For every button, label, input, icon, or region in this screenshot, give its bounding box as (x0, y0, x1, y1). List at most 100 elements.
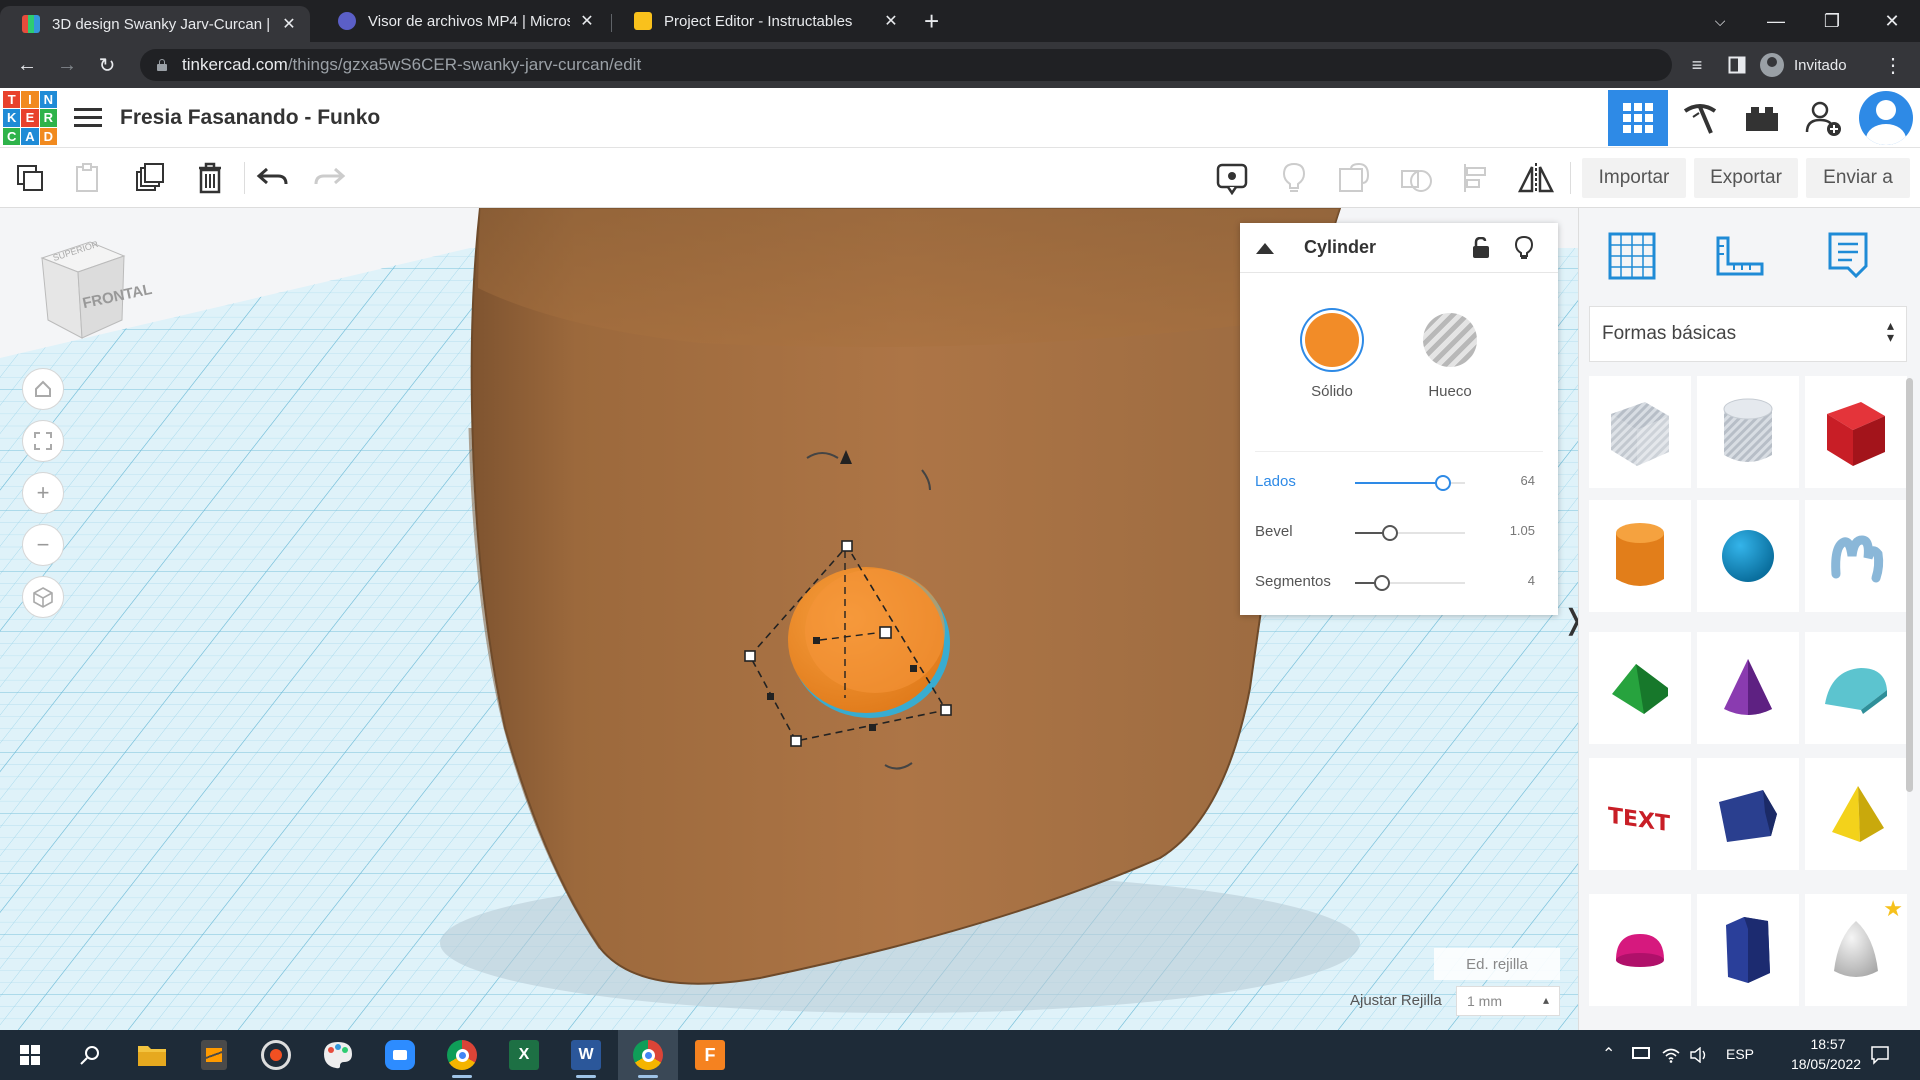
shape-hexagonal-prism[interactable] (1697, 894, 1799, 1006)
reading-list-icon[interactable]: ≡ (1682, 50, 1712, 80)
hole-swatch[interactable] (1423, 313, 1477, 367)
browser-tab-mp4-viewer[interactable]: Visor de archivos MP4 | Microsoft ✕ (316, 0, 608, 42)
notes-button[interactable] (1212, 158, 1252, 198)
shape-roof[interactable] (1589, 632, 1691, 744)
design-list-icon[interactable] (74, 106, 102, 130)
duplicate-button[interactable] (130, 158, 170, 198)
wifi-icon[interactable] (1662, 1047, 1680, 1063)
shape-cylinder[interactable] (1589, 500, 1691, 612)
shape-round-roof[interactable] (1805, 632, 1907, 744)
shape-half-sphere[interactable] (1589, 894, 1691, 1006)
taskbar-word[interactable]: W (556, 1030, 616, 1080)
tinkercad-logo[interactable]: T I N K E R C A D (3, 91, 57, 145)
redo-button[interactable] (310, 158, 350, 198)
align-button[interactable] (1456, 158, 1496, 198)
back-icon[interactable]: ← (12, 50, 42, 80)
bricks-view-button[interactable] (1732, 90, 1792, 146)
new-tab-button[interactable]: + (924, 8, 939, 34)
3d-design-view-button[interactable] (1608, 90, 1668, 146)
invite-user-button[interactable] (1794, 90, 1854, 146)
taskbar-zoom[interactable] (370, 1030, 430, 1080)
browser-tab-tinkercad[interactable]: 3D design Swanky Jarv-Curcan | Tinkercad… (0, 6, 310, 42)
zoom-out-button[interactable]: − (22, 524, 64, 566)
fit-view-button[interactable] (22, 420, 64, 462)
search-button[interactable] (60, 1030, 120, 1080)
paste-button[interactable] (68, 158, 108, 198)
shape-sphere[interactable] (1697, 500, 1799, 612)
slider-knob[interactable] (1374, 575, 1390, 591)
home-view-button[interactable] (22, 368, 64, 410)
more-menu-icon[interactable]: ⋮ (1878, 50, 1908, 80)
maximize-icon[interactable]: ❐ (1804, 0, 1860, 42)
ungroup-button[interactable] (1396, 158, 1436, 198)
taskbar-media-player[interactable] (246, 1030, 306, 1080)
bevel-slider[interactable] (1355, 525, 1465, 541)
perspective-toggle-button[interactable] (22, 576, 64, 618)
start-button[interactable] (0, 1030, 60, 1080)
import-button[interactable]: Importar (1582, 158, 1686, 198)
undo-button[interactable] (252, 158, 292, 198)
notifications-icon[interactable] (1870, 1045, 1890, 1065)
edit-grid-button[interactable]: Ed. rejilla (1434, 948, 1560, 980)
language-indicator[interactable]: ESP (1726, 1046, 1754, 1062)
close-tab-icon[interactable]: ✕ (882, 11, 900, 31)
export-button[interactable]: Exportar (1694, 158, 1798, 198)
notes-tab[interactable] (1817, 226, 1879, 286)
workplane-viewport[interactable]: SUPERIOR FRONTAL + − Cylinder Sólido Hue… (0, 208, 1578, 1030)
shapes-scrollbar[interactable] (1906, 378, 1913, 792)
shape-paraboloid[interactable]: ★ (1805, 894, 1907, 1006)
user-avatar-button[interactable] (1856, 90, 1916, 146)
taskbar-excel[interactable]: X (494, 1030, 554, 1080)
taskbar-sublime[interactable] (184, 1030, 244, 1080)
tab-search-icon[interactable]: ⌵ (1692, 0, 1748, 42)
light-button[interactable] (1274, 158, 1314, 198)
delete-button[interactable] (190, 158, 230, 198)
shape-box[interactable] (1805, 376, 1907, 488)
clock-time[interactable]: 18:57 (1792, 1036, 1864, 1052)
collapse-inspector-icon[interactable] (1256, 243, 1274, 255)
shape-pyramid[interactable] (1805, 758, 1907, 870)
close-window-icon[interactable]: ✕ (1864, 0, 1920, 42)
taskbar-chrome[interactable] (432, 1030, 492, 1080)
ruler-tab[interactable] (1709, 226, 1771, 286)
shape-box-hole[interactable] (1589, 376, 1691, 488)
shape-name[interactable]: Cylinder (1304, 237, 1376, 258)
lightbulb-icon[interactable] (1515, 236, 1533, 260)
copy-button[interactable] (10, 158, 50, 198)
shape-polygon[interactable] (1697, 758, 1799, 870)
battery-icon[interactable] (1632, 1047, 1650, 1059)
solid-color-swatch[interactable] (1305, 313, 1359, 367)
volume-icon[interactable] (1690, 1047, 1708, 1063)
clock-date[interactable]: 18/05/2022 (1770, 1056, 1882, 1072)
address-bar[interactable]: tinkercad.com/things/gzxa5wS6CER-swanky-… (140, 49, 1672, 81)
group-button[interactable] (1334, 158, 1374, 198)
view-cube[interactable]: SUPERIOR FRONTAL (38, 238, 154, 348)
taskbar-fusion360[interactable]: F (680, 1030, 740, 1080)
shape-text[interactable]: TEXT (1589, 758, 1691, 870)
taskbar-paint[interactable] (308, 1030, 368, 1080)
slider-knob[interactable] (1435, 475, 1451, 491)
browser-tab-instructables[interactable]: Project Editor - Instructables ✕ (612, 0, 912, 42)
close-tab-icon[interactable]: ✕ (280, 14, 298, 34)
blocks-view-button[interactable] (1670, 90, 1730, 146)
reload-icon[interactable]: ↻ (92, 50, 122, 80)
close-tab-icon[interactable]: ✕ (578, 11, 596, 31)
zoom-in-button[interactable]: + (22, 472, 64, 514)
collapse-panel-icon[interactable]: ❭ (1562, 603, 1578, 636)
shape-cylinder-hole[interactable] (1697, 376, 1799, 488)
snap-grid-select[interactable]: 1 mm ▴ (1456, 986, 1560, 1016)
side-panel-icon[interactable] (1722, 50, 1752, 80)
param-sides[interactable]: Lados 64 (1255, 468, 1545, 498)
workplane-tab[interactable] (1601, 226, 1663, 286)
shape-scribble[interactable] (1805, 500, 1907, 612)
sides-slider[interactable] (1355, 475, 1465, 491)
mirror-button[interactable] (1516, 158, 1556, 198)
profile-button[interactable]: Invitado (1760, 50, 1847, 80)
hole-mode-option[interactable]: Hueco (1400, 313, 1500, 400)
send-to-button[interactable]: Enviar a (1806, 158, 1910, 198)
taskbar-chrome-active[interactable] (618, 1030, 678, 1080)
param-segments[interactable]: Segmentos 4 (1255, 568, 1545, 598)
shape-cone[interactable] (1697, 632, 1799, 744)
taskbar-file-explorer[interactable] (122, 1030, 182, 1080)
tray-overflow-icon[interactable]: ⌃ (1602, 1044, 1615, 1064)
